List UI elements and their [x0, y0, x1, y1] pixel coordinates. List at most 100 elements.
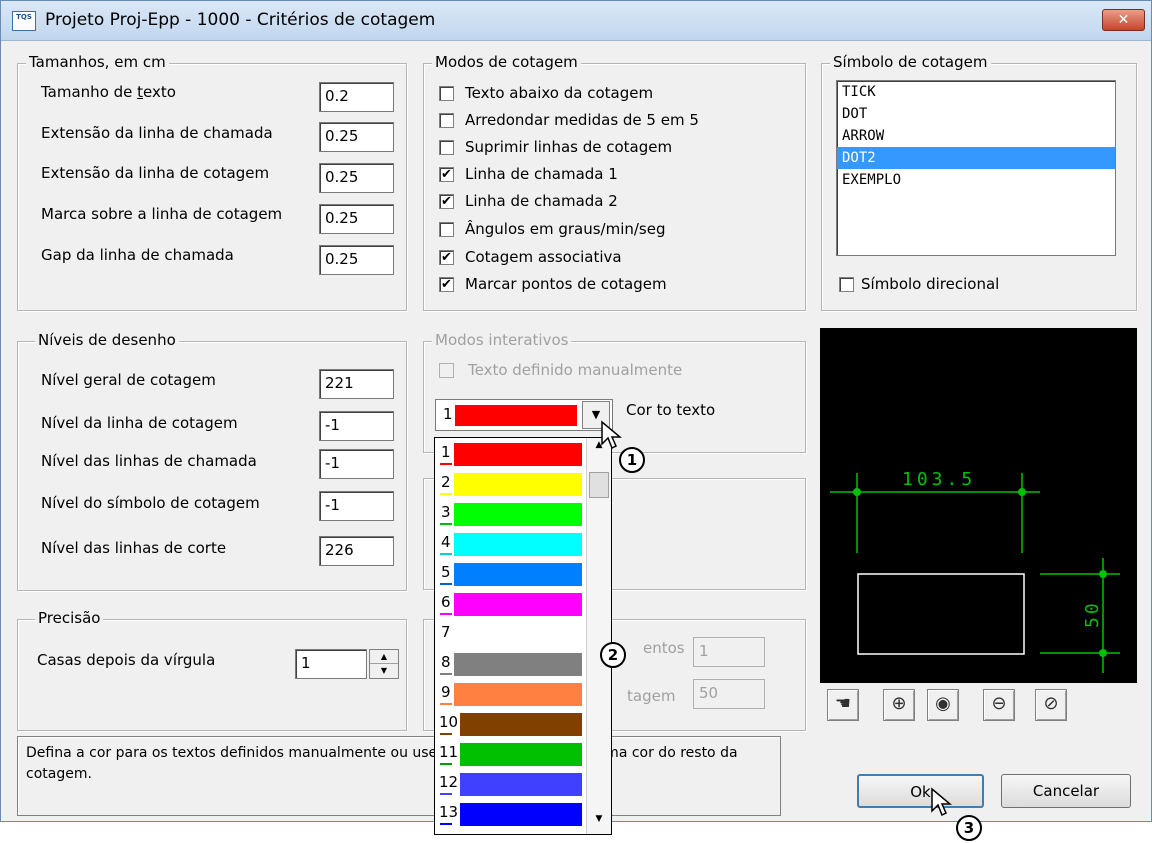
color-option[interactable]: 2	[438, 471, 582, 497]
checkbox-modo-3[interactable]: ✔	[439, 167, 454, 182]
label-nivel-chamada: Nível das linhas de chamada	[41, 452, 257, 470]
color-dropdown-list[interactable]: 1 2 3 4 5 6 7 8 9 10 11 12 13 ▲ ▼	[434, 437, 612, 835]
color-option-number: 11	[439, 743, 459, 761]
checkbox-modo-4[interactable]: ✔	[439, 194, 454, 209]
checkbox-modo-6[interactable]: ✔	[439, 250, 454, 265]
color-option-number: 4	[441, 533, 451, 551]
input-marca-cotagem[interactable]: 0.25	[319, 204, 394, 234]
callout-2: 2	[600, 642, 626, 668]
label-nivel-linha-cotagem: Nível da linha de cotagem	[41, 414, 238, 432]
help-text: Defina a cor para os textos definidos ma…	[17, 736, 781, 816]
combo-selected-number: 1	[443, 405, 453, 423]
input-nivel-linha-cotagem[interactable]: -1	[319, 411, 394, 441]
color-option-number: 5	[441, 563, 451, 581]
pan-icon[interactable]: ☚	[827, 689, 859, 721]
checkbox-modo-5[interactable]	[439, 222, 454, 237]
symbol-item[interactable]: DOT	[837, 103, 1115, 125]
label-nivel-geral: Nível geral de cotagem	[41, 371, 216, 389]
color-option[interactable]: 9	[438, 681, 582, 707]
color-option-swatch	[454, 503, 582, 526]
ok-button[interactable]: Ok	[857, 774, 984, 808]
symbol-listbox[interactable]: TICK DOT ARROW DOT2 EXEMPLO	[836, 80, 1116, 256]
group-simbolo-legend: Símbolo de cotagem	[830, 53, 991, 71]
cancel-button[interactable]: Cancelar	[1001, 774, 1131, 808]
input-nivel-simbolo[interactable]: -1	[319, 491, 394, 521]
input-tamanho-texto[interactable]: 0.2	[319, 82, 394, 112]
group-modos-legend: Modos de cotagem	[432, 53, 581, 71]
color-option-underline	[440, 553, 452, 555]
color-option-swatch	[460, 743, 582, 766]
symbol-item[interactable]: ARROW	[837, 125, 1115, 147]
color-option[interactable]: 12	[438, 771, 582, 797]
label-simbolo-direcional: Símbolo direcional	[861, 275, 1000, 293]
color-option-swatch	[454, 473, 582, 496]
checkbox-modo-2[interactable]	[439, 140, 454, 155]
color-option-underline	[440, 673, 452, 675]
label-modo-1: Arredondar medidas de 5 em 5	[465, 111, 699, 129]
input-extensao-chamada[interactable]: 0.25	[319, 122, 394, 152]
checkbox-simbolo-direcional[interactable]	[839, 277, 854, 292]
color-option-number: 12	[439, 773, 459, 791]
checkbox-texto-manual[interactable]	[439, 363, 454, 378]
input-nivel-geral[interactable]: 221	[319, 369, 394, 399]
title-bar: TQS Projeto Proj-Epp - 1000 - Critérios …	[1, 1, 1151, 41]
scroll-down-icon[interactable]: ▼	[589, 814, 609, 830]
color-option[interactable]: 5	[438, 561, 582, 587]
preview-dim-vertical: 50	[1082, 600, 1103, 628]
color-option-underline	[440, 763, 452, 765]
color-option-underline	[440, 613, 452, 615]
label-cor-texto: Cor to texto	[626, 401, 716, 419]
color-option[interactable]: 7	[438, 621, 582, 647]
color-option[interactable]: 8	[438, 651, 582, 677]
input-cotagem[interactable]: 50	[693, 679, 765, 709]
precision-spinner[interactable]: ▲ ▼	[369, 649, 399, 679]
label-modo-5: Ângulos em graus/min/seg	[465, 220, 666, 238]
color-option-underline	[440, 643, 452, 645]
zoom-all-icon[interactable]: ◉	[927, 689, 959, 721]
symbol-item[interactable]: EXEMPLO	[837, 169, 1115, 191]
input-extensao-cotagem[interactable]: 0.25	[319, 163, 394, 193]
close-button[interactable]: ✕	[1102, 9, 1145, 31]
zoom-previous-icon[interactable]: ⊘	[1035, 689, 1067, 721]
color-option[interactable]: 11	[438, 741, 582, 767]
label-marca-cotagem: Marca sobre a linha de cotagem	[41, 205, 283, 223]
color-option-number: 1	[441, 443, 451, 461]
input-segmentos[interactable]: 1	[693, 637, 765, 667]
color-option-swatch	[454, 683, 582, 706]
combo-selected-color	[455, 405, 577, 426]
color-option-underline	[440, 733, 452, 735]
symbol-item[interactable]: TICK	[837, 81, 1115, 103]
input-nivel-corte[interactable]: 226	[319, 536, 394, 566]
color-option-underline	[440, 583, 452, 585]
checkbox-modo-0[interactable]	[439, 86, 454, 101]
mouse-cursor-icon	[601, 420, 622, 450]
spin-down-icon[interactable]: ▼	[370, 664, 398, 678]
symbol-item[interactable]: DOT2	[837, 147, 1115, 169]
spin-up-icon[interactable]: ▲	[370, 650, 398, 664]
scroll-thumb[interactable]	[589, 472, 609, 498]
input-casas-virgula[interactable]: 1	[295, 649, 367, 679]
dimension-preview: 103.5 50	[820, 328, 1137, 683]
checkbox-modo-1[interactable]	[439, 113, 454, 128]
color-option-number: 10	[439, 713, 459, 731]
input-gap-chamada[interactable]: 0.25	[319, 245, 394, 275]
dropdown-scrollbar[interactable]: ▲ ▼	[586, 438, 611, 834]
label-modo-6: Cotagem associativa	[465, 248, 622, 266]
color-option-swatch	[454, 533, 582, 556]
color-option[interactable]: 4	[438, 531, 582, 557]
zoom-out-icon[interactable]: ⊖	[983, 689, 1015, 721]
color-option[interactable]: 3	[438, 501, 582, 527]
color-option[interactable]: 13	[438, 801, 582, 827]
color-option[interactable]: 1	[438, 441, 582, 467]
color-option-underline	[440, 823, 452, 825]
checkbox-modo-7[interactable]: ✔	[439, 277, 454, 292]
preview-canvas: 103.5 50	[830, 469, 1120, 673]
color-combobox[interactable]: 1 ▼	[435, 399, 613, 431]
color-option[interactable]: 10	[438, 711, 582, 737]
zoom-window-icon[interactable]: ⊕	[883, 689, 915, 721]
label-modo-4: Linha de chamada 2	[465, 192, 618, 210]
color-option-swatch	[454, 563, 582, 586]
color-option[interactable]: 6	[438, 591, 582, 617]
label-modo-3: Linha de chamada 1	[465, 165, 618, 183]
input-nivel-chamada[interactable]: -1	[319, 449, 394, 479]
